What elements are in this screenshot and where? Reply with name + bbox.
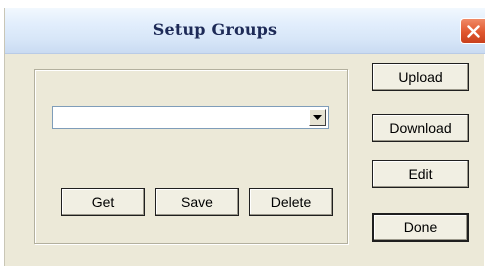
done-button[interactable]: Done xyxy=(372,213,469,242)
download-button[interactable]: Download xyxy=(372,114,469,142)
delete-button[interactable]: Delete xyxy=(249,188,333,216)
group-box xyxy=(34,69,348,244)
save-button[interactable]: Save xyxy=(155,188,239,216)
get-button[interactable]: Get xyxy=(61,188,145,216)
close-button[interactable] xyxy=(460,18,485,44)
window-title: Setup Groups xyxy=(152,20,278,39)
group-select[interactable] xyxy=(52,106,329,129)
close-icon xyxy=(467,25,480,38)
title-bar[interactable]: Setup Groups xyxy=(5,8,485,54)
upload-button[interactable]: Upload xyxy=(372,63,469,91)
edit-button[interactable]: Edit xyxy=(372,160,469,188)
dropdown-button[interactable] xyxy=(309,109,326,126)
chevron-down-icon xyxy=(313,115,322,120)
